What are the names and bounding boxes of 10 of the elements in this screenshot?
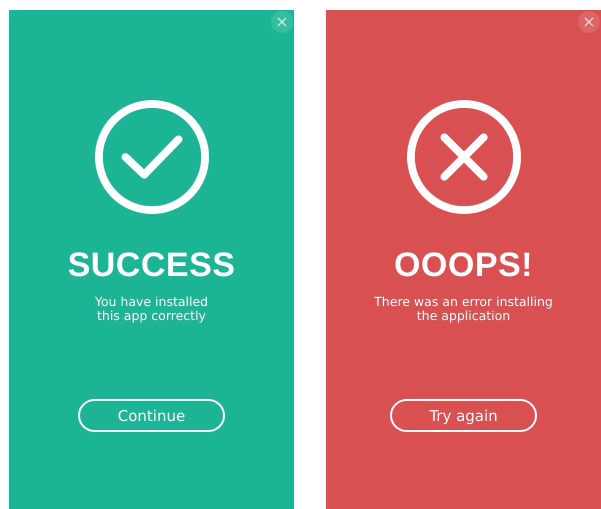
checkmark-circle-icon [92,98,210,216]
action-button[interactable]: Try again [390,399,537,432]
dialog-message: You have installed this app correctly [94,295,208,323]
cross-circle-icon [404,98,522,216]
dialog-title: OOOPS! [394,246,534,285]
dialog-title: SUCCESS [68,246,236,285]
close-button[interactable]: × [578,11,600,33]
close-button[interactable]: × [271,11,293,33]
action-button[interactable]: Continue [78,399,225,432]
dialog-message: There was an error installing the application [374,295,553,323]
